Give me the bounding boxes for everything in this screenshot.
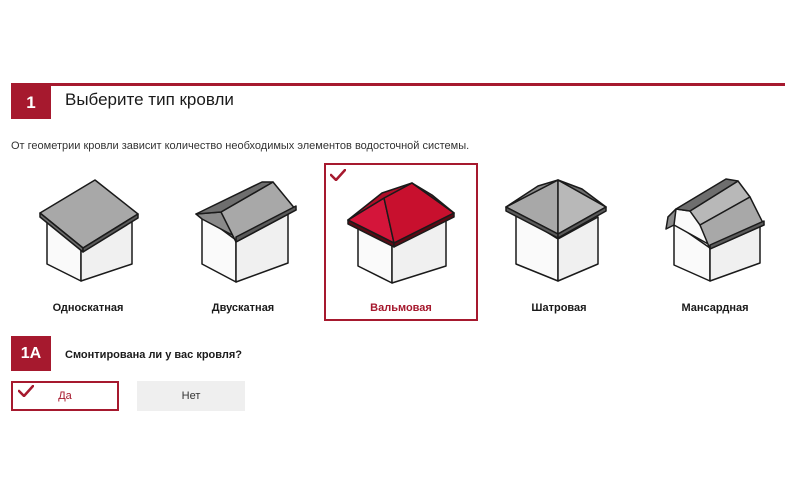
roof-installed-question: Смонтирована ли у вас кровля? [65, 349, 243, 361]
answer-label: Нет [181, 390, 201, 402]
gable-roof-icon [195, 181, 297, 283]
shed-roof-icon [39, 179, 139, 282]
roof-label: Мансардная [681, 302, 749, 314]
roof-option-hip[interactable]: Вальмовая [324, 163, 478, 321]
answer-no-button[interactable]: Нет [137, 381, 245, 411]
answer-yes-button[interactable]: Да [11, 381, 119, 411]
step-title: Выберите тип кровли [65, 90, 234, 109]
roof-option-gable[interactable]: Двускатная [166, 163, 320, 321]
step-description: От геометрии кровли зависит количество н… [11, 140, 470, 152]
hip-roof-icon [347, 182, 455, 284]
answer-label: Да [58, 390, 72, 402]
roof-label: Вальмовая [370, 302, 432, 314]
substep-number-badge: 1A [11, 336, 51, 371]
step-number-badge: 1 [11, 86, 51, 119]
roof-label: Односкатная [52, 302, 124, 314]
checkmark-icon [17, 384, 35, 400]
section-divider [11, 83, 785, 86]
roof-label: Двускатная [211, 302, 275, 314]
roof-label: Шатровая [531, 302, 587, 314]
pyramid-roof-icon [505, 179, 607, 282]
roof-option-mansard[interactable]: Мансардная [638, 163, 792, 321]
mansard-roof-icon [665, 178, 765, 282]
roof-option-shed[interactable]: Односкатная [11, 163, 165, 321]
roof-option-pyramid[interactable]: Шатровая [482, 163, 636, 321]
